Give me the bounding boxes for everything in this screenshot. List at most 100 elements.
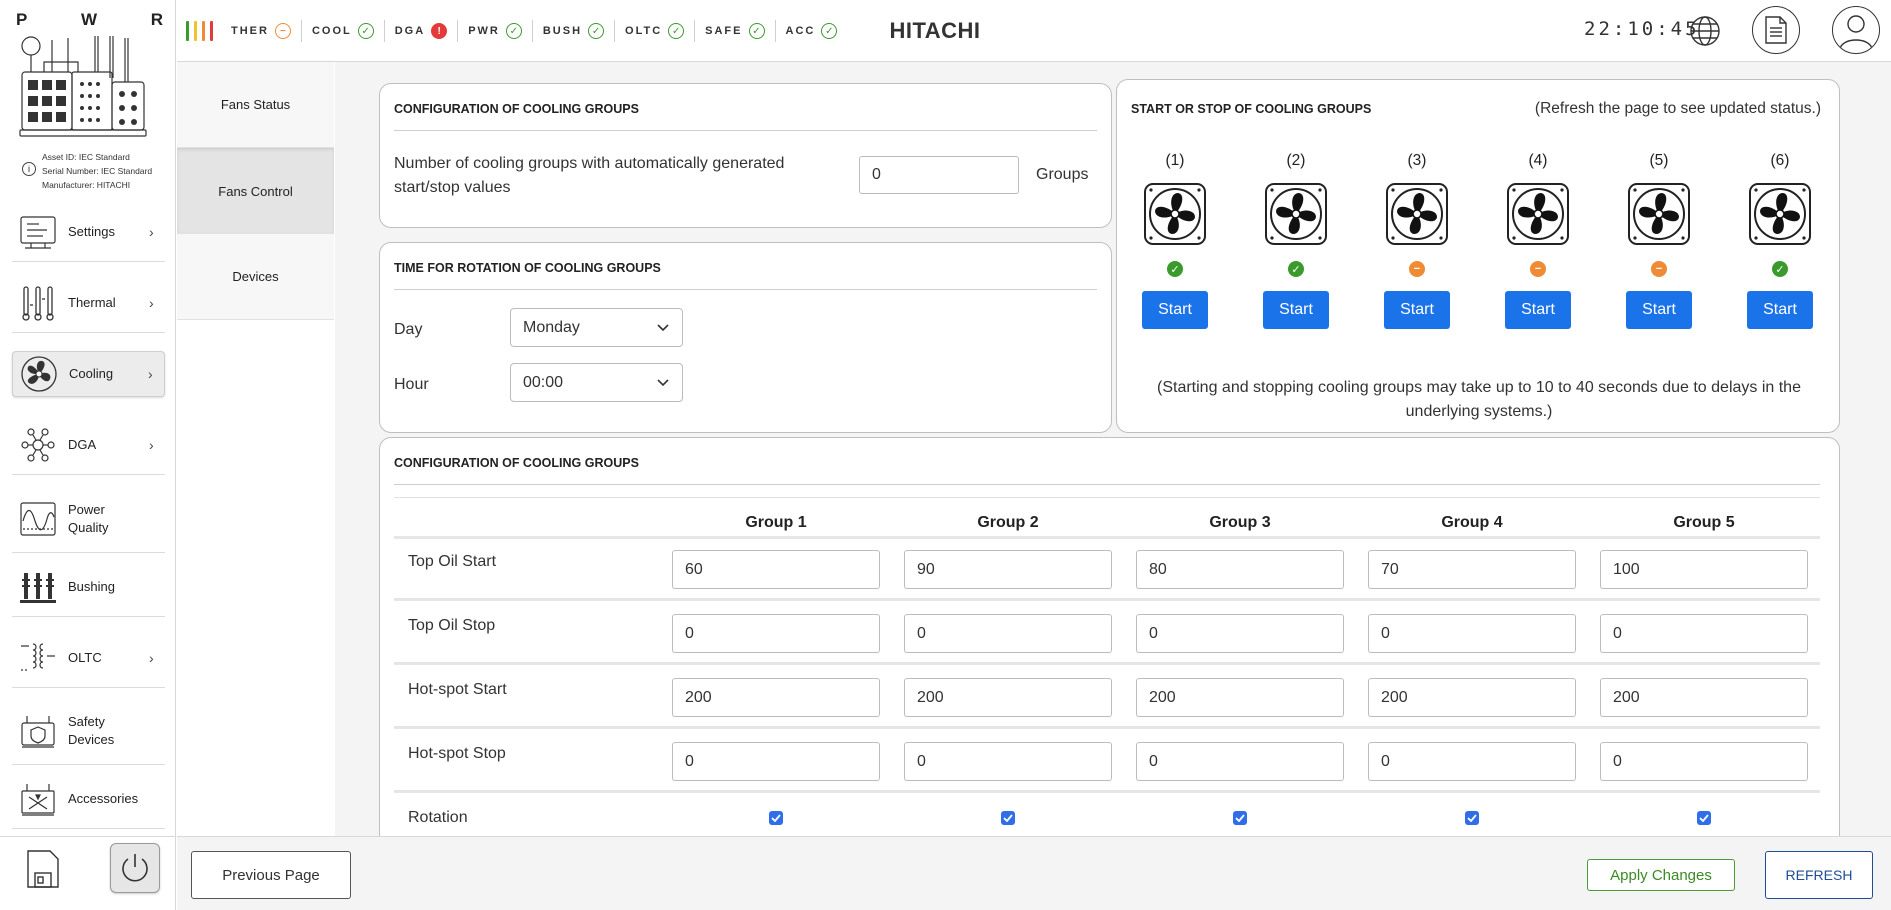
threshold-input[interactable] [1136, 678, 1344, 717]
settings-icon [18, 212, 58, 252]
column-header-group-2: Group 2 [977, 514, 1039, 531]
status-item-safe[interactable]: SAFE ✓ [694, 20, 774, 42]
transformer-icon[interactable] [18, 34, 158, 144]
sidebar-item-label: Settings [68, 223, 115, 239]
check-icon: ✓ [1167, 261, 1183, 277]
left-sidebar: P W R i Asset ID: IEC Standard Serial Nu… [0, 0, 176, 910]
start-group-2-button[interactable]: Start [1263, 291, 1329, 329]
threshold-input[interactable] [1368, 742, 1576, 781]
threshold-input[interactable] [1368, 550, 1576, 589]
apply-changes-button[interactable]: Apply Changes [1587, 859, 1735, 891]
sidebar-item-oltc[interactable]: OLTC › [12, 628, 165, 688]
sidebar-item-cooling[interactable]: Cooling › [12, 351, 165, 397]
threshold-input[interactable] [672, 614, 880, 653]
start-group-6-button[interactable]: Start [1747, 291, 1813, 329]
threshold-input[interactable] [672, 678, 880, 717]
refresh-button[interactable]: REFRESH [1765, 851, 1873, 899]
card-title: START OR STOP OF COOLING GROUPS [1131, 102, 1372, 116]
threshold-input[interactable] [1136, 614, 1344, 653]
status-item-label: BUSH [542, 25, 583, 37]
sidebar-item-dga[interactable]: DGA › [12, 415, 165, 475]
rotation-checkbox-group-5[interactable] [1697, 811, 1711, 825]
day-select[interactable]: Monday [510, 308, 683, 347]
threshold-input[interactable] [1368, 614, 1576, 653]
auto-groups-description: Number of cooling groups with automatica… [394, 155, 785, 196]
rotation-checkbox-group-1[interactable] [769, 811, 783, 825]
threshold-input[interactable] [1368, 678, 1576, 717]
power-button[interactable] [110, 843, 160, 893]
fan-group-1: (1) ✓ Start [1135, 152, 1215, 329]
rotation-checkbox-group-3[interactable] [1233, 811, 1247, 825]
chevron-right-icon: › [149, 294, 154, 311]
subnav-devices[interactable]: Devices [177, 234, 334, 320]
sidebar-item-label: DGA [68, 436, 97, 452]
rotation-label: Rotation [408, 809, 468, 826]
divider [394, 484, 1820, 485]
threshold-input[interactable] [904, 550, 1112, 589]
group-thresholds-card: CONFIGURATION OF COOLING GROUPS Group 1 G… [379, 437, 1840, 857]
subnav-fans-status[interactable]: Fans Status [177, 62, 334, 148]
start-group-4-button[interactable]: Start [1505, 291, 1571, 329]
threshold-input[interactable] [1600, 678, 1808, 717]
threshold-input[interactable] [672, 550, 880, 589]
threshold-input[interactable] [904, 678, 1112, 717]
tap-changer-icon [18, 638, 58, 678]
document-button[interactable] [1752, 6, 1800, 54]
check-icon: ✓ [1772, 261, 1788, 277]
user-icon [1839, 15, 1873, 50]
day-label: Day [394, 321, 423, 338]
status-item-oltc[interactable]: OLTC ✓ [614, 20, 694, 42]
start-group-1-button[interactable]: Start [1142, 291, 1208, 329]
threshold-input[interactable] [1600, 614, 1808, 653]
threshold-input[interactable] [904, 614, 1112, 653]
hour-select[interactable]: 00:00 [510, 363, 683, 402]
threshold-input[interactable] [1600, 550, 1808, 589]
fan-icon [1749, 183, 1811, 245]
status-bar [194, 21, 197, 41]
row-separator [394, 536, 1820, 539]
status-item-dga[interactable]: DGA! [383, 20, 457, 42]
status-item-pwr[interactable]: PWR ✓ [457, 20, 532, 42]
asset-id: Asset ID: IEC Standard [42, 152, 130, 162]
status-item-ther[interactable]: THER − [221, 20, 301, 42]
globe-icon[interactable] [1688, 14, 1722, 48]
card-title: TIME FOR ROTATION OF COOLING GROUPS [394, 261, 661, 275]
subnav-fans-control[interactable]: Fans Control [177, 148, 334, 234]
threshold-input[interactable] [672, 742, 880, 781]
status-item-acc[interactable]: ACC ✓ [774, 20, 848, 42]
sidebar-item-label: Power Quality [68, 501, 109, 535]
start-group-5-button[interactable]: Start [1626, 291, 1692, 329]
start-group-3-button[interactable]: Start [1384, 291, 1450, 329]
user-avatar-button[interactable] [1832, 6, 1880, 54]
sidebar-item-thermal[interactable]: Thermal › [12, 273, 165, 333]
column-header-group-5: Group 5 [1673, 514, 1735, 531]
auto-groups-input[interactable] [859, 156, 1019, 194]
sidebar-item-safety-devices[interactable]: Safety Devices [12, 697, 165, 765]
status-item-bush[interactable]: BUSH ✓ [531, 20, 614, 42]
fan-group-number: (2) [1286, 152, 1306, 169]
fan-icon [1507, 183, 1569, 245]
fan-group-3: (3) − Start [1377, 152, 1457, 329]
delay-note: (Starting and stopping cooling groups ma… [1157, 379, 1801, 420]
card-title: CONFIGURATION OF COOLING GROUPS [394, 102, 639, 116]
column-header-group-4: Group 4 [1441, 514, 1503, 531]
check-icon: ✓ [505, 23, 522, 39]
fan-group-2: (2) ✓ Start [1256, 152, 1336, 329]
sidebar-item-accessories[interactable]: Accessories [12, 769, 165, 829]
sidebar-item-power-quality[interactable]: Power Quality [12, 485, 165, 553]
threshold-input[interactable] [1136, 742, 1344, 781]
sidebar-item-bushing[interactable]: Bushing [12, 557, 165, 617]
threshold-input[interactable] [1136, 550, 1344, 589]
rotation-checkbox-group-2[interactable] [1001, 811, 1015, 825]
previous-page-button[interactable]: Previous Page [191, 851, 351, 899]
rotation-checkbox-group-4[interactable] [1465, 811, 1479, 825]
main-content: CONFIGURATION OF COOLING GROUPS Number o… [335, 62, 1891, 857]
fan-group-number: (3) [1407, 152, 1427, 169]
sidebar-item-settings[interactable]: Settings › [12, 202, 165, 262]
threshold-input[interactable] [1600, 742, 1808, 781]
status-item-cool[interactable]: COOL ✓ [300, 20, 384, 42]
threshold-input[interactable] [904, 742, 1112, 781]
row-separator [394, 598, 1820, 601]
save-icon[interactable] [22, 847, 62, 891]
info-icon[interactable]: i [22, 162, 36, 176]
